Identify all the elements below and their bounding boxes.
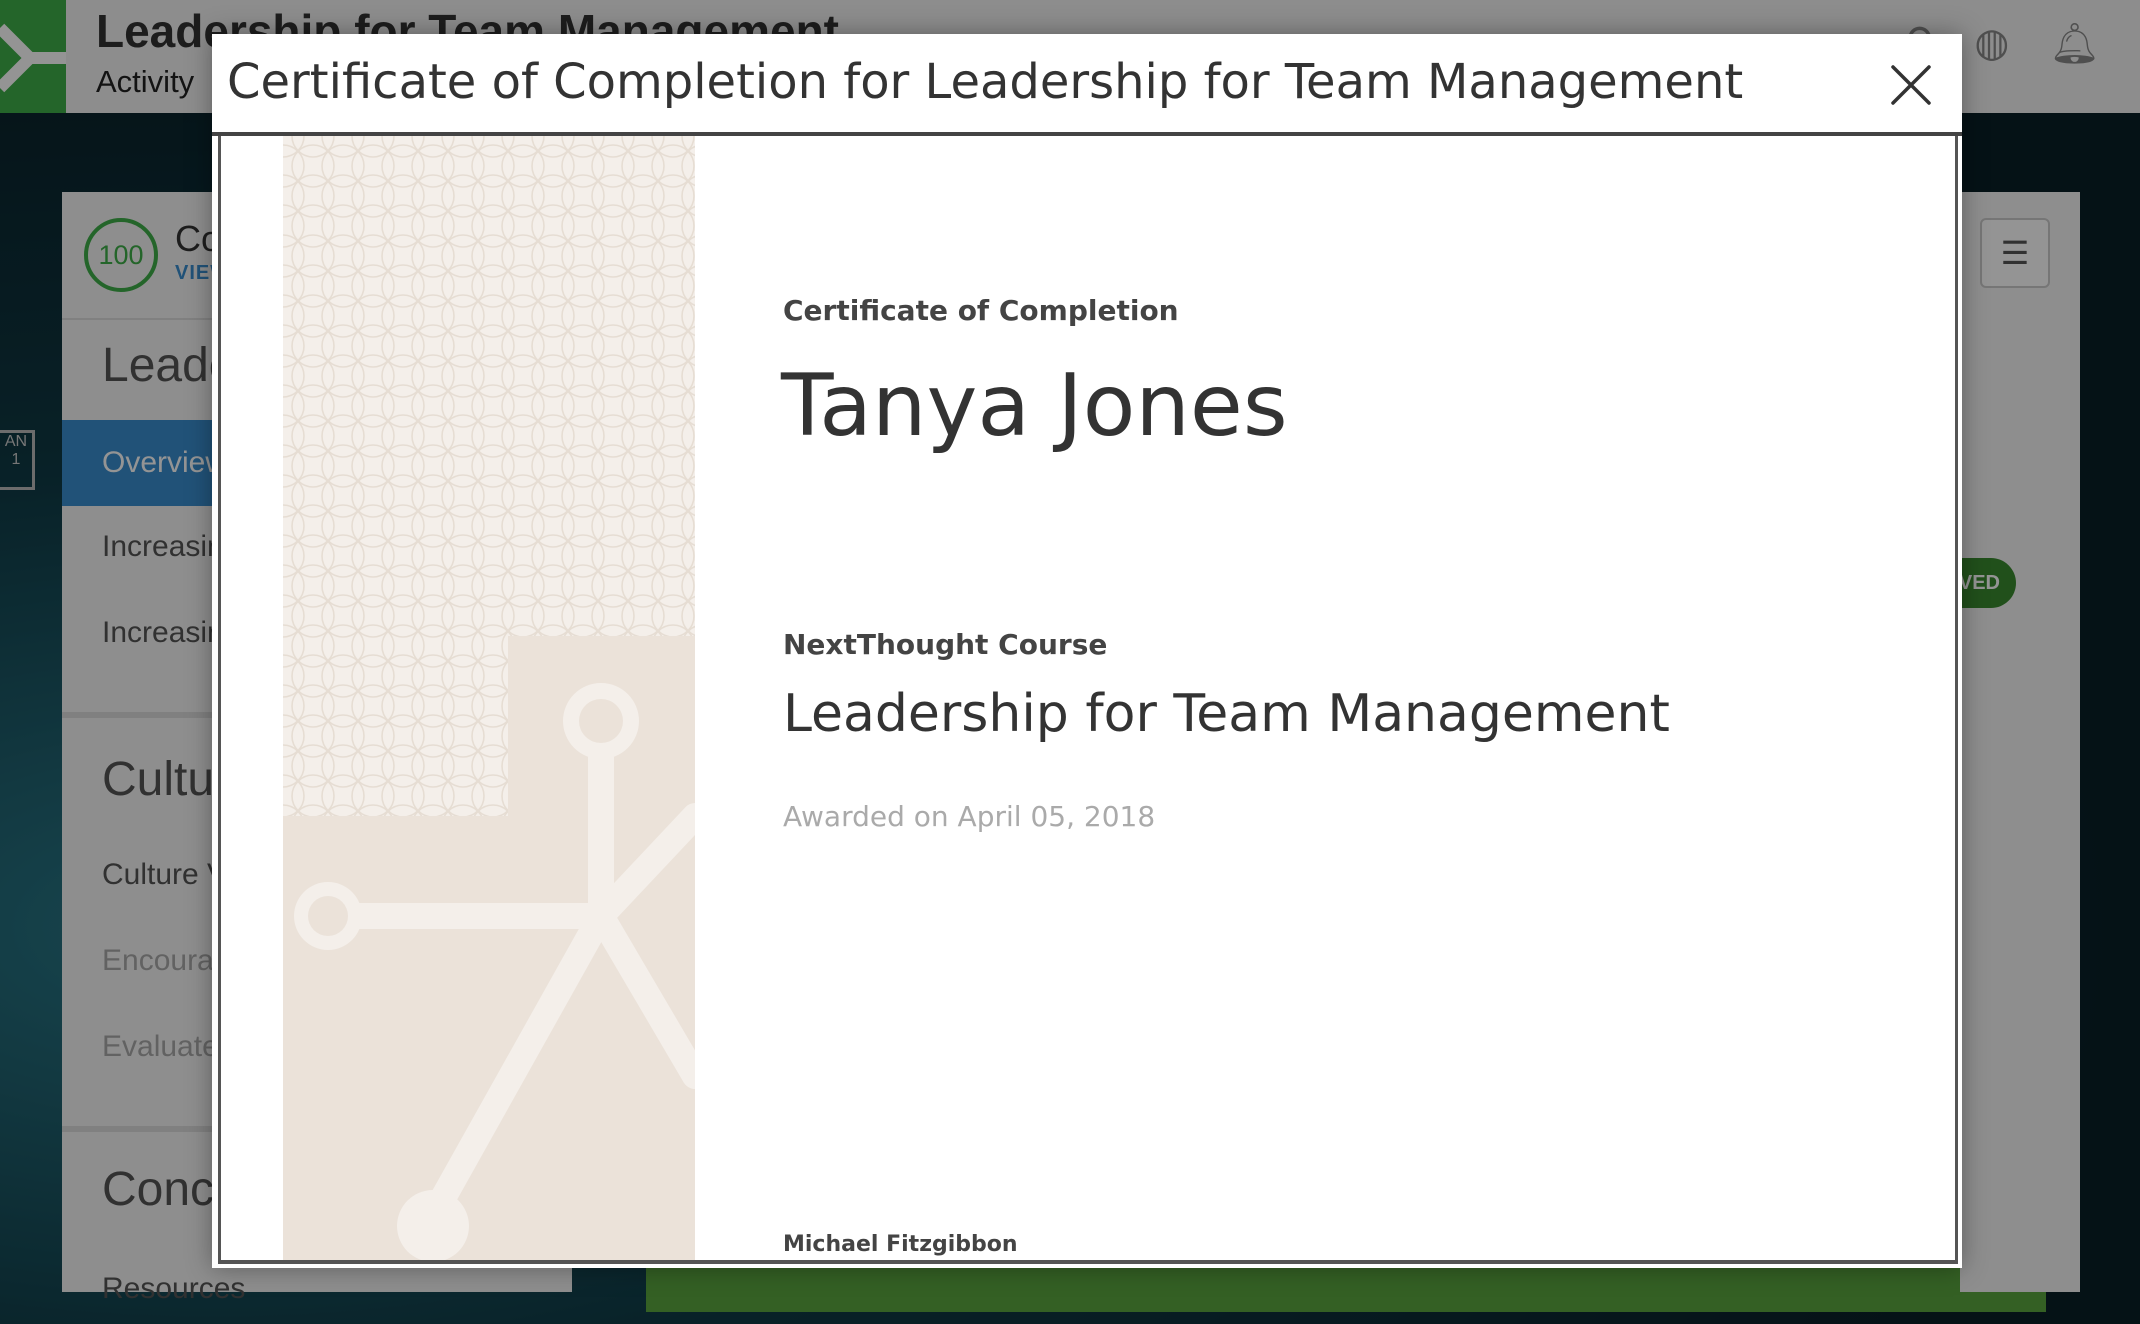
certificate-pattern-art [283, 136, 695, 1260]
signer-name: Michael Fitzgibbon [783, 1232, 1018, 1257]
awarded-date: Awarded on April 05, 2018 [783, 800, 1156, 833]
certificate-modal: Certificate of Completion for Leadership… [212, 34, 1962, 1268]
recipient-name: Tanya Jones [781, 356, 1288, 456]
provider-label: NextThought Course [783, 628, 1108, 661]
certificate: Certificate of Completion Tanya Jones Ne… [218, 136, 1958, 1264]
modal-header: Certificate of Completion for Leadership… [212, 34, 1962, 136]
modal-title: Certificate of Completion for Leadership… [227, 54, 1744, 110]
course-name: Leadership for Team Management [783, 684, 1670, 744]
close-icon[interactable] [1890, 64, 1932, 106]
certificate-heading: Certificate of Completion [783, 294, 1179, 327]
